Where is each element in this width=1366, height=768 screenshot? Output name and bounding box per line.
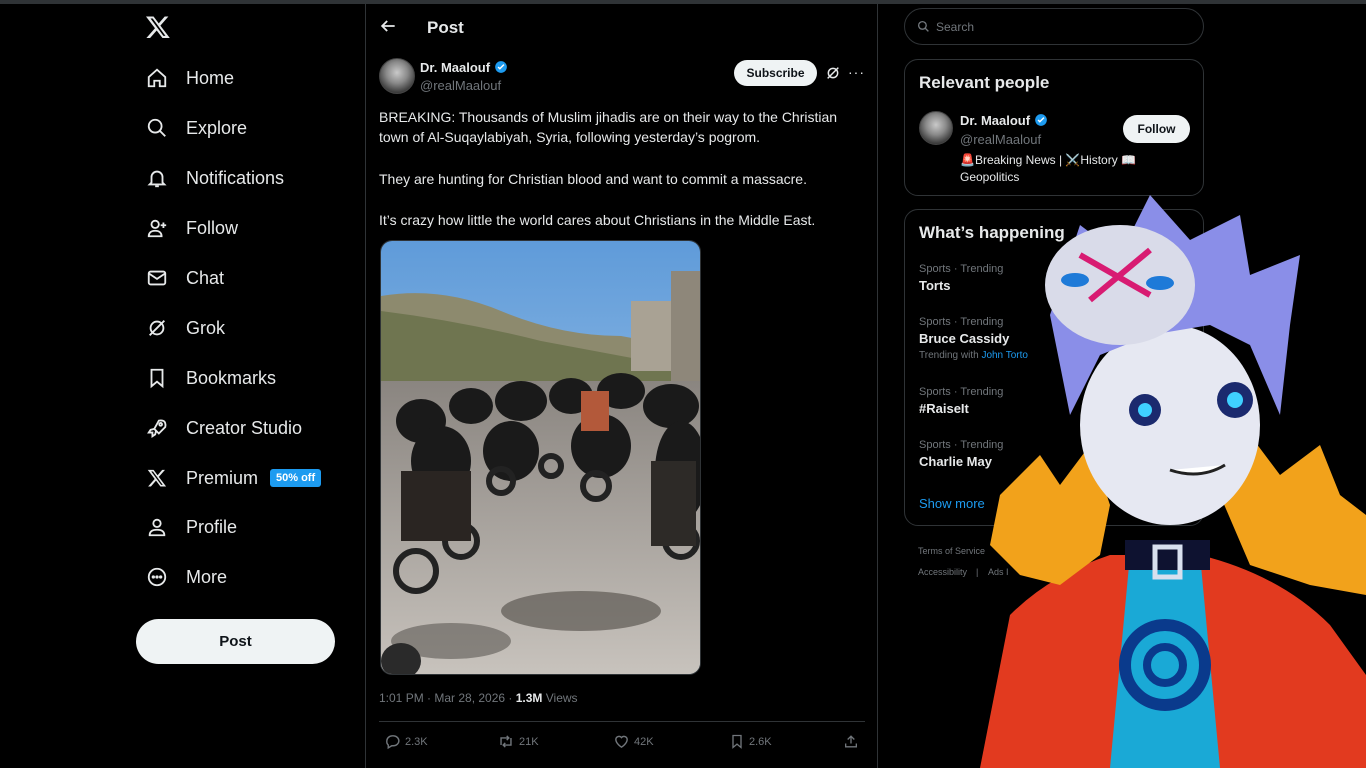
- tweet-timestamp[interactable]: 1:01 PM · Mar 28, 2026 ·: [379, 691, 516, 705]
- share-icon: [845, 735, 857, 748]
- nav-more[interactable]: More: [145, 561, 227, 593]
- relevant-people-title: Relevant people: [919, 73, 1050, 92]
- relevant-person-name[interactable]: Dr. Maalouf: [960, 113, 1048, 128]
- tweet-views-count: 1.3M: [515, 691, 543, 705]
- nav-creator-studio[interactable]: Creator Studio: [145, 412, 302, 444]
- more-circle-icon: [145, 565, 169, 589]
- bookmark-icon: [732, 734, 742, 749]
- search-icon: [145, 116, 169, 140]
- x-logo-icon: [145, 466, 169, 490]
- relevant-people-panel: Relevant people Dr. Maalouf @realMaalouf…: [904, 59, 1204, 196]
- reply-button[interactable]: 2.3K: [384, 733, 428, 750]
- premium-discount-badge: 50% off: [270, 469, 322, 487]
- author-name[interactable]: Dr. Maalouf: [420, 60, 508, 75]
- page-title: Post: [427, 18, 464, 37]
- share-button[interactable]: [843, 733, 859, 750]
- nav-grok-label: Grok: [186, 317, 226, 338]
- nav-notifications-label: Notifications: [186, 167, 285, 188]
- nav-creator-studio-label: Creator Studio: [186, 417, 303, 438]
- relevant-person-handle[interactable]: @realMaalouf: [960, 132, 1041, 147]
- nav-explore-label: Explore: [186, 117, 248, 138]
- nav-home[interactable]: Home: [145, 62, 234, 94]
- relevant-person-name-text: Dr. Maalouf: [960, 113, 1031, 128]
- nav-chat[interactable]: Chat: [145, 262, 224, 294]
- home-icon: [145, 66, 169, 90]
- nav-bookmarks-label: Bookmarks: [186, 367, 277, 388]
- nav-notifications[interactable]: Notifications: [145, 162, 284, 194]
- nav-premium-label: Premium: [186, 467, 259, 488]
- tweet-paragraph-3: It’s crazy how little the world cares ab…: [379, 212, 816, 228]
- search-box[interactable]: [904, 8, 1204, 45]
- nav-more-label: More: [186, 566, 228, 587]
- envelope-icon: [145, 266, 169, 290]
- nav-home-label: Home: [186, 67, 235, 88]
- bell-icon: [145, 166, 169, 190]
- repost-button[interactable]: 21K: [497, 733, 539, 750]
- nav-premium[interactable]: Premium 50% off: [145, 462, 322, 494]
- search-input[interactable]: [936, 19, 1186, 34]
- nav-explore[interactable]: Explore: [145, 112, 247, 144]
- nav-follow-label: Follow: [186, 217, 239, 238]
- video-frame-image: [381, 241, 700, 674]
- nav-profile[interactable]: Profile: [145, 511, 237, 543]
- post-button[interactable]: Post: [136, 619, 335, 664]
- grok-icon: [145, 316, 169, 340]
- follow-button[interactable]: Follow: [1123, 115, 1190, 143]
- tweet-video[interactable]: [380, 240, 701, 675]
- rocket-icon: [145, 416, 169, 440]
- bookmark-count: 2.6K: [749, 735, 772, 748]
- verified-badge-icon: [495, 61, 507, 73]
- search-icon: [917, 20, 929, 32]
- author-avatar[interactable]: [379, 58, 415, 94]
- bookmark-button[interactable]: 2.6K: [729, 733, 772, 750]
- tweet-views-label: Views: [542, 691, 578, 705]
- person-icon: [145, 515, 169, 539]
- relevant-person-bio: 🚨Breaking News | ⚔️History 📖 Geopolitics: [960, 153, 1136, 184]
- heart-icon: [615, 735, 628, 749]
- tweet-metadata: 1:01 PM · Mar 28, 2026 · 1.3M Views: [379, 691, 578, 705]
- x-logo-icon[interactable]: [145, 14, 171, 40]
- reply-count: 2.3K: [405, 735, 428, 748]
- nav-profile-label: Profile: [186, 516, 238, 537]
- streamer-avatar-overlay: [980, 195, 1366, 768]
- subscribe-button[interactable]: Subscribe: [734, 60, 817, 86]
- nav-follow[interactable]: Follow: [145, 212, 238, 244]
- reply-icon: [386, 735, 400, 750]
- nav-chat-label: Chat: [186, 267, 225, 288]
- person-plus-icon: [145, 216, 169, 240]
- grok-icon[interactable]: [825, 65, 841, 81]
- tweet-paragraph-1: BREAKING: Thousands of Muslim jihadis ar…: [379, 109, 838, 145]
- verified-badge-icon: [1035, 114, 1047, 126]
- author-handle[interactable]: @realMaalouf: [420, 78, 501, 93]
- back-arrow-icon[interactable]: [378, 16, 398, 36]
- like-button[interactable]: 42K: [613, 733, 654, 750]
- tweet-paragraph-2: They are hunting for Christian blood and…: [379, 171, 807, 187]
- like-count: 42K: [634, 735, 654, 748]
- nav-grok[interactable]: Grok: [145, 312, 225, 344]
- author-name-text: Dr. Maalouf: [420, 60, 491, 75]
- repost-icon: [500, 735, 512, 748]
- repost-count: 21K: [519, 735, 539, 748]
- more-options-icon[interactable]: ···: [848, 64, 865, 80]
- bookmark-icon: [145, 366, 169, 390]
- relevant-person-avatar[interactable]: [919, 111, 953, 145]
- divider: [379, 721, 865, 722]
- nav-bookmarks[interactable]: Bookmarks: [145, 362, 276, 394]
